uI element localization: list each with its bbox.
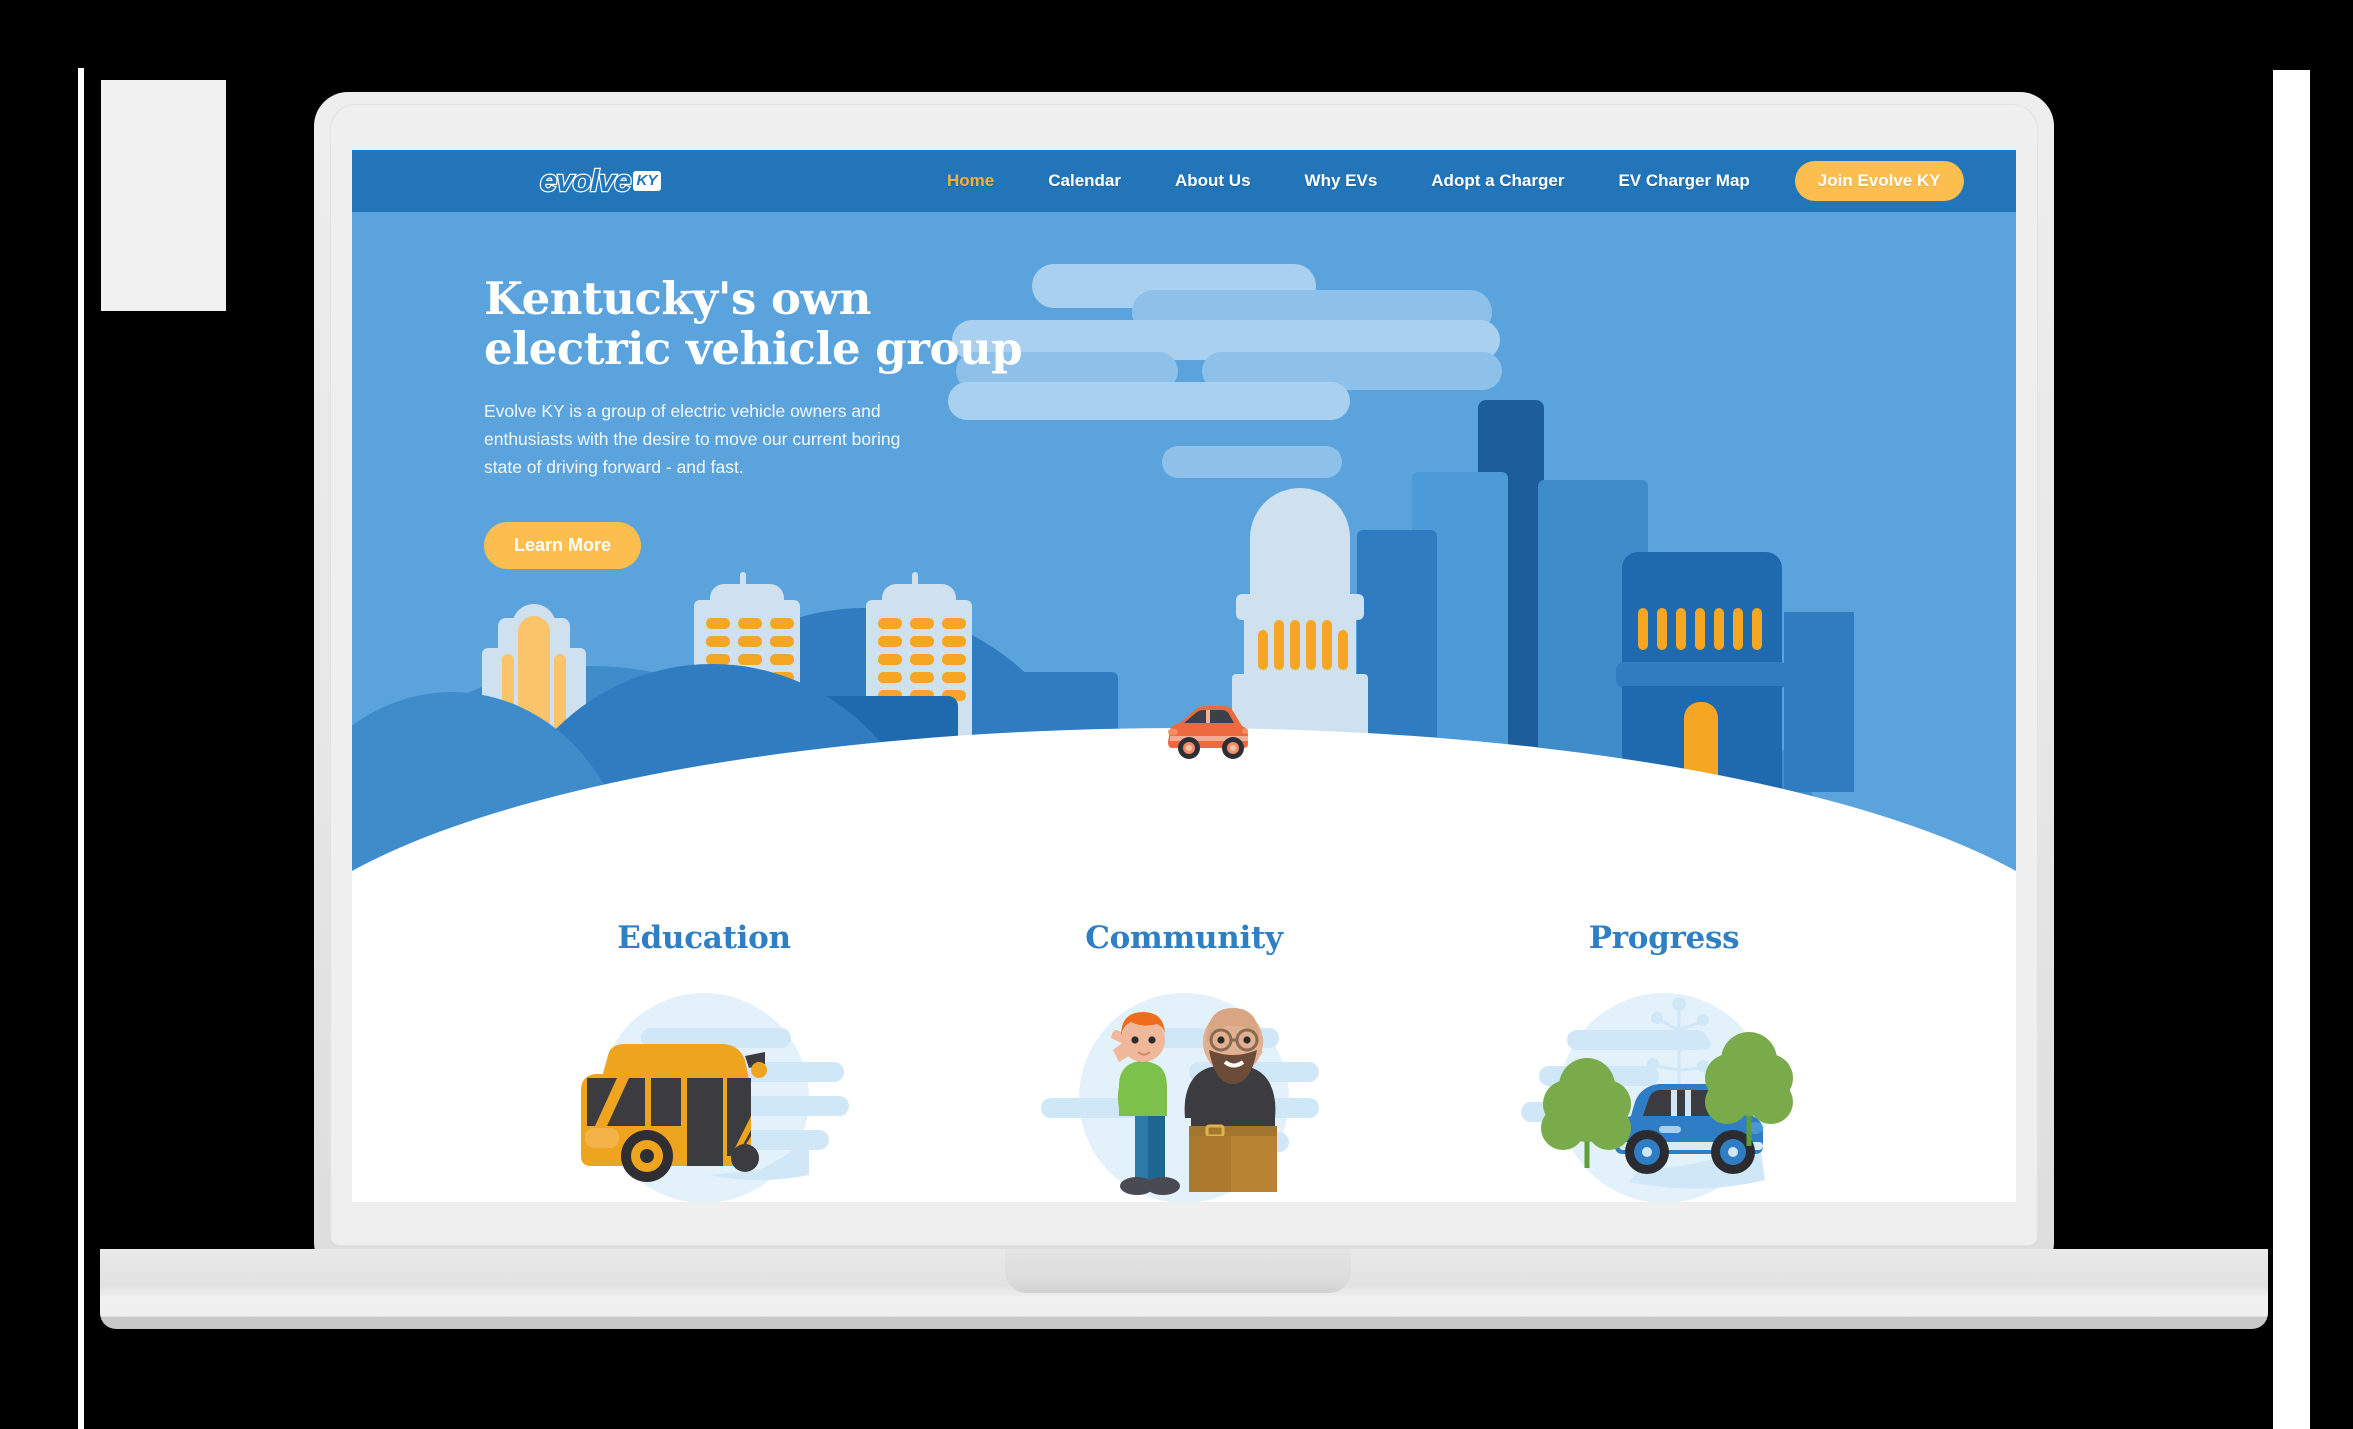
red-electric-car-illustration (1168, 706, 1248, 759)
capitol-columns (1258, 620, 1348, 670)
feature-title: Progress (1588, 920, 1740, 956)
arched-building (1616, 552, 1788, 792)
nav-item-adopt-a-charger[interactable]: Adopt a Charger (1404, 150, 1591, 212)
laptop-notch (1005, 1249, 1351, 1293)
site-navbar: evolve KY Home Calendar About Us Why EVs… (352, 150, 2016, 212)
feature-title: Education (617, 920, 791, 956)
feature-card-progress[interactable]: Progress (1474, 920, 1854, 1202)
feature-title: Community (1085, 920, 1283, 956)
learn-more-button[interactable]: Learn More (484, 521, 642, 569)
hero-title: Kentucky's own electric vehicle group (484, 272, 1023, 376)
primary-navigation: Home Calendar About Us Why EVs Adopt a C… (920, 150, 1964, 212)
arched-building-columns (1638, 608, 1762, 650)
nav-item-about-us[interactable]: About Us (1148, 150, 1278, 212)
electric-bus-icon (559, 970, 849, 1202)
features-section: Education Community Progress (352, 880, 2016, 1202)
feature-card-community[interactable]: Community (994, 920, 1374, 1202)
community-people-icon (1039, 970, 1329, 1202)
feature-card-education[interactable]: Education (514, 920, 894, 1202)
nav-item-ev-charger-map[interactable]: EV Charger Map (1591, 150, 1776, 212)
browser-viewport: evolve KY Home Calendar About Us Why EVs… (352, 150, 2016, 1202)
building-block (1784, 612, 1854, 792)
nav-item-calendar[interactable]: Calendar (1021, 150, 1148, 212)
hero-section: Kentucky's own electric vehicle group Ev… (352, 212, 2016, 880)
laptop-mockup: evolve KY Home Calendar About Us Why EVs… (0, 0, 2353, 1429)
join-evolve-ky-button[interactable]: Join Evolve KY (1794, 161, 1964, 201)
window-grid (878, 618, 966, 701)
nav-item-why-evs[interactable]: Why EVs (1278, 150, 1405, 212)
electric-car-trees-icon (1519, 970, 1809, 1202)
evolve-ky-logo[interactable]: evolve KY (539, 162, 702, 199)
hero-content: Kentucky's own electric vehicle group Ev… (484, 272, 1044, 569)
cloud-shape (1162, 446, 1342, 478)
nav-item-home[interactable]: Home (920, 150, 1021, 212)
logo-wordmark: evolve (539, 162, 633, 199)
hero-subtitle: Evolve KY is a group of electric vehicle… (484, 400, 901, 478)
logo-ky-badge: KY (632, 171, 662, 191)
